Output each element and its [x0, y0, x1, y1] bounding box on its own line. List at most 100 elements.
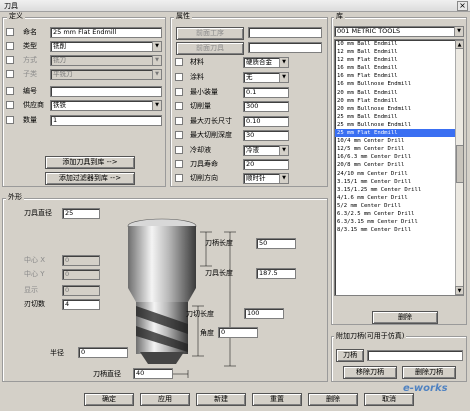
library-list-item[interactable]: 6.3/3.15 mm Center Drill [335, 218, 455, 226]
scrollbar-thumb[interactable] [456, 145, 463, 183]
close-icon[interactable]: × [457, 1, 468, 11]
definition-field[interactable] [50, 86, 162, 97]
shape-field[interactable]: 0 [62, 255, 100, 266]
library-tool-list[interactable]: 10 mm Ball Endmill 12 mm Ball Endmill 12 m… [334, 39, 464, 296]
angle-field[interactable]: 0 [218, 327, 258, 338]
attribute-checkbox[interactable] [175, 88, 183, 96]
shank-diameter-field[interactable]: 40 [133, 368, 173, 379]
library-list-item[interactable]: 6.3/2.5 mm Center Drill [335, 210, 455, 218]
tool-length-field[interactable]: 187.5 [256, 268, 296, 279]
definition-checkbox[interactable] [6, 42, 14, 50]
shape-field[interactable]: 0 [62, 285, 100, 296]
attribute-field[interactable]: 30 [243, 130, 289, 141]
add-filter-to-library-button[interactable]: 添加过滤器到库 --> [45, 172, 135, 185]
definition-field[interactable]: 铣削 ▼ [50, 41, 162, 52]
library-list-item[interactable]: 10/4 mm Center Drill [335, 137, 455, 145]
library-list-item[interactable]: 16 mm Flat Endmill [335, 72, 455, 80]
shape-field[interactable]: 25 [62, 208, 100, 219]
apply-button[interactable]: 应用 [140, 393, 190, 406]
flute-length-field[interactable]: 100 [244, 308, 284, 319]
library-list-item[interactable]: 5/2 mm Center Drill [335, 202, 455, 210]
definition-checkbox[interactable] [6, 70, 14, 78]
attribute-label: 材料 [190, 58, 204, 66]
chevron-down-icon[interactable]: ▼ [152, 101, 161, 110]
cancel-button[interactable]: 取消 [364, 393, 414, 406]
reset-button[interactable]: 重置 [252, 393, 302, 406]
attribute-field[interactable]: 300 [243, 101, 289, 112]
attribute-checkbox[interactable] [175, 73, 183, 81]
shank-length-field[interactable]: 50 [256, 238, 296, 249]
chevron-down-icon[interactable]: ▼ [279, 174, 288, 183]
library-list-item[interactable]: 10 mm Ball Endmill [335, 40, 455, 48]
scroll-down-icon[interactable]: ▼ [455, 286, 463, 295]
prev-tool-button[interactable]: 前面刀具 [176, 42, 244, 55]
library-list-item[interactable]: 3.15/1.25 mm Center Drill [335, 186, 455, 194]
definition-field[interactable]: 25 mm Flat Endmill [50, 27, 162, 38]
definition-checkbox[interactable] [6, 28, 14, 36]
definition-checkbox[interactable] [6, 101, 14, 109]
library-delete-button[interactable]: 删除 [372, 311, 438, 324]
library-list-item[interactable]: 3.15/1 mm Center Drill [335, 178, 455, 186]
library-list-item[interactable]: 20 mm Bullnose Endmill [335, 105, 455, 113]
definition-checkbox[interactable] [6, 87, 14, 95]
chevron-down-icon[interactable]: ▼ [279, 58, 288, 67]
delete-button[interactable]: 删除 [308, 393, 358, 406]
remove-holder-button[interactable]: 移除刀柄 [343, 366, 397, 379]
holder-button[interactable]: 刀柄 [336, 349, 364, 362]
library-list-item[interactable]: 16 mm Ball Endmill [335, 64, 455, 72]
library-list-item[interactable]: 20 mm Ball Endmill [335, 89, 455, 97]
attribute-checkbox[interactable] [175, 160, 183, 168]
attribute-field[interactable]: 顺时针 ▼ [243, 173, 289, 184]
delete-holder-button[interactable]: 删除刀柄 [402, 366, 456, 379]
prev-step-button[interactable]: 前面工序 [176, 27, 244, 40]
library-list-item[interactable]: 12 mm Flat Endmill [335, 56, 455, 64]
library-list-item[interactable]: 12 mm Ball Endmill [335, 48, 455, 56]
shape-field[interactable]: 0 [62, 269, 100, 280]
library-list-item[interactable]: 20 mm Flat Endmill [335, 97, 455, 105]
definition-checkbox[interactable] [6, 56, 14, 64]
scroll-up-icon[interactable]: ▲ [455, 40, 463, 49]
definition-field[interactable]: 平铣刀 ▼ [50, 69, 162, 80]
attribute-checkbox[interactable] [175, 131, 183, 139]
chevron-down-icon[interactable]: ▼ [152, 56, 161, 65]
library-list-item[interactable]: 25 mm Bullnose Endmill [335, 121, 455, 129]
watermark-logo: e-works [403, 383, 448, 394]
library-list-item[interactable]: 4/1.6 mm Center Drill [335, 194, 455, 202]
attribute-field[interactable]: 无 ▼ [243, 72, 289, 83]
definition-checkbox[interactable] [6, 116, 14, 124]
add-tool-to-library-button[interactable]: 添加刀具到库 --> [45, 156, 135, 169]
definition-field[interactable]: 铁铁 ▼ [50, 100, 162, 111]
attribute-checkbox[interactable] [175, 174, 183, 182]
attribute-field[interactable]: 0.10 [243, 116, 289, 127]
library-list-item[interactable]: 25 mm Ball Endmill [335, 113, 455, 121]
library-list-item[interactable]: 8/3.15 mm Center Drill [335, 226, 455, 234]
attribute-field[interactable]: 硬质合金 ▼ [243, 57, 289, 68]
library-list-item[interactable]: 12/5 mm Center Drill [335, 145, 455, 153]
library-list-item[interactable]: 16 mm Bullnose Endmill [335, 80, 455, 88]
attribute-checkbox[interactable] [175, 117, 183, 125]
definition-field[interactable]: 铣刀 ▼ [50, 55, 162, 66]
attribute-checkbox[interactable] [175, 146, 183, 154]
attribute-field[interactable]: 0.1 [243, 87, 289, 98]
shape-field[interactable]: 4 [62, 299, 100, 310]
library-list-item[interactable]: 16/6.3 mm Center Drill [335, 153, 455, 161]
chevron-down-icon[interactable]: ▼ [279, 146, 288, 155]
chevron-down-icon[interactable]: ▼ [454, 27, 463, 36]
attribute-checkbox[interactable] [175, 58, 183, 66]
attribute-label: 最小装量 [190, 88, 218, 96]
library-select[interactable]: 001 METRIC TOOLS ▼ [334, 26, 464, 37]
chevron-down-icon[interactable]: ▼ [152, 42, 161, 51]
new-button[interactable]: 新建 [196, 393, 246, 406]
library-list-item[interactable]: 20/8 mm Center Drill [335, 161, 455, 169]
definition-field[interactable]: 1 [50, 115, 162, 126]
chevron-down-icon[interactable]: ▼ [152, 70, 161, 79]
chevron-down-icon[interactable]: ▼ [279, 73, 288, 82]
ok-button[interactable]: 确定 [84, 393, 134, 406]
library-list-item[interactable]: 25 mm Flat Endmill [335, 129, 455, 138]
attribute-checkbox[interactable] [175, 102, 183, 110]
library-scrollbar[interactable]: ▲ ▼ [455, 40, 463, 295]
attribute-field[interactable]: 20 [243, 159, 289, 170]
holder-field[interactable] [367, 350, 463, 361]
attribute-field[interactable]: 冷液 ▼ [243, 145, 289, 156]
library-list-item[interactable]: 24/10 mm Center Drill [335, 170, 455, 178]
